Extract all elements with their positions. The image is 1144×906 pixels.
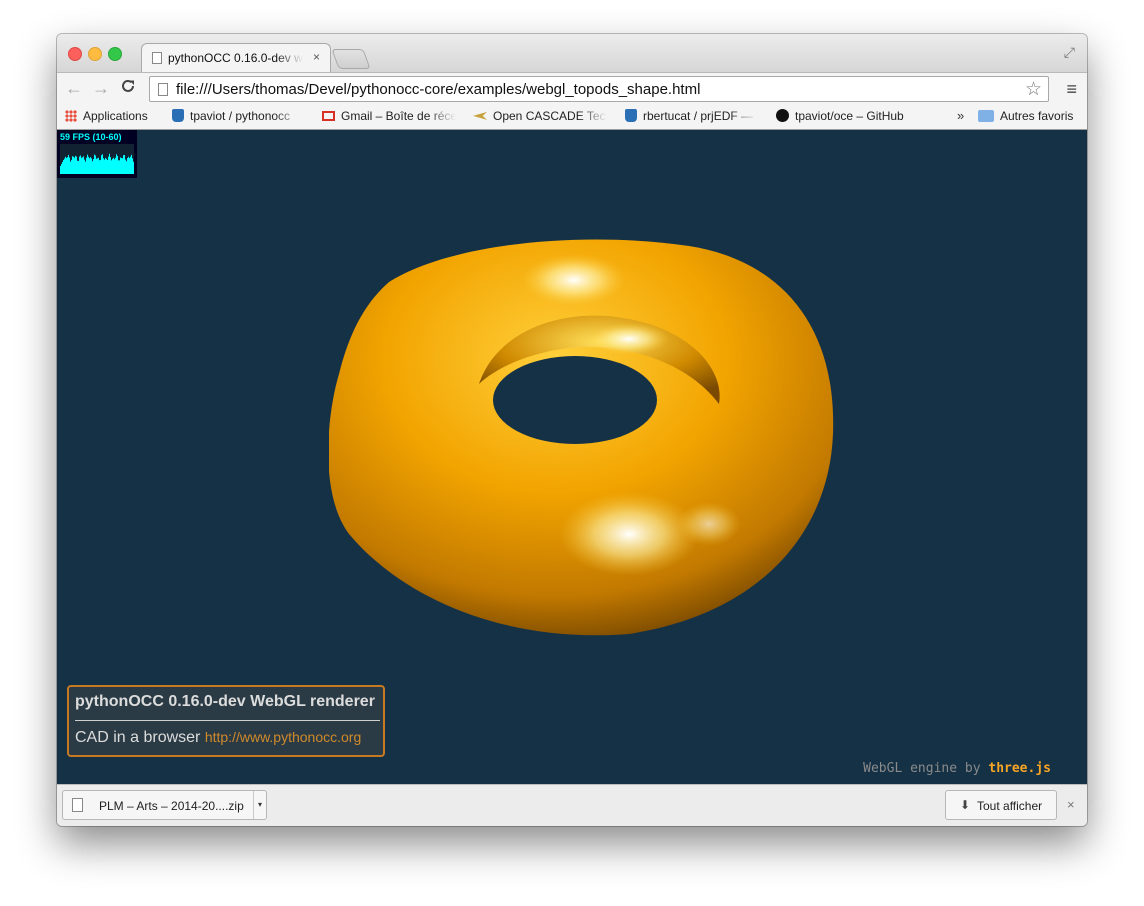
engine-credit: WebGL engine by three.js [863,761,1051,776]
bitbucket-icon [625,109,637,123]
info-subtitle: CAD in a browser http://www.pythonocc.or… [75,729,361,747]
reload-icon [122,79,134,92]
specular-highlight-bottom [559,492,699,576]
fps-graph [60,144,134,174]
threejs-link[interactable]: three.js [988,761,1051,776]
bitbucket-icon [172,109,184,123]
forward-button[interactable]: → [92,78,110,99]
zoom-window-button[interactable] [108,47,122,61]
engine-label: WebGL engine by [863,761,981,776]
torus-shape[interactable] [329,234,835,638]
download-menu-arrow[interactable]: ▾ [253,791,266,819]
tab-title: pythonOCC 0.16.0-dev webgl renderer [168,51,303,65]
bookmarks-bar: Applications tpaviot / pythonocc Gmail –… [57,105,1087,130]
info-tagline: CAD in a browser [75,729,201,746]
fullscreen-icon[interactable]: ⤢ [1064,44,1075,61]
fps-monitor[interactable]: 59 FPS (10-60) [57,130,137,178]
bookmark-star-icon[interactable]: ☆ [1025,78,1042,101]
gmail-icon [322,110,335,121]
bookmark-gmail[interactable]: Gmail – Boîte de réception [322,108,456,123]
bookmarks-overflow-button[interactable]: » [957,108,964,123]
title-bar: pythonOCC 0.16.0-dev webgl renderer × ⤢ [57,34,1087,72]
download-item[interactable]: PLM – Arts – 2014-20....zip ▾ [62,790,267,820]
pythonocc-link[interactable]: http://www.pythonocc.org [205,729,361,745]
downloads-bar: PLM – Arts – 2014-20....zip ▾ ⬇ Tout aff… [57,784,1087,826]
url-input[interactable] [176,81,996,98]
show-all-label: Tout afficher [977,799,1043,813]
zip-file-icon [72,798,83,812]
menu-icon[interactable]: ≡ [1066,79,1077,100]
bookmark-opencascade[interactable]: Open CASCADE Technology [473,108,607,123]
opencascade-icon [473,111,487,120]
close-window-button[interactable] [68,47,82,61]
github-icon [776,109,789,123]
navigation-toolbar: ← → ☆ ≡ [57,72,1087,106]
bookmark-pythonocc[interactable]: tpaviot / pythonocc [172,108,302,123]
tab-active[interactable]: pythonOCC 0.16.0-dev webgl renderer × [141,43,331,72]
close-downloads-bar-icon[interactable]: × [1067,797,1075,812]
bookmark-other-folder[interactable]: Autres favoris [978,108,1073,123]
bookmark-applications[interactable]: Applications [65,108,148,123]
page-icon [152,52,162,64]
tab-close-icon[interactable]: × [313,50,320,64]
info-panel: pythonOCC 0.16.0-dev WebGL renderer CAD … [67,685,385,757]
fps-label: 59 FPS (10-60) [60,132,122,142]
specular-highlight-top [522,254,626,306]
bookmark-prjedf[interactable]: rbertucat / prjEDF — Bitbucket [625,108,758,123]
specular-highlight-right [677,502,741,546]
specular-highlight-inner [589,323,669,355]
info-divider [75,720,380,721]
webgl-viewport[interactable]: 59 FPS (10-60) pythonOCC 0.16.0-dev WebG… [57,130,1087,784]
browser-window: pythonOCC 0.16.0-dev webgl renderer × ⤢ … [57,34,1087,826]
page-icon [158,83,168,96]
back-button[interactable]: ← [65,78,83,99]
folder-icon [978,109,994,122]
address-bar[interactable]: ☆ [149,76,1049,102]
reload-button[interactable] [120,78,136,99]
new-tab-button[interactable] [331,49,371,69]
bookmark-oce-github[interactable]: tpaviot/oce – GitHub [776,108,904,123]
minimize-window-button[interactable] [88,47,102,61]
show-all-downloads-button[interactable]: ⬇ Tout afficher [945,790,1057,820]
download-filename: PLM – Arts – 2014-20....zip [99,799,244,813]
apps-grid-icon [65,109,77,122]
info-title: pythonOCC 0.16.0-dev WebGL renderer [75,693,375,710]
download-arrow-icon: ⬇ [960,798,971,812]
